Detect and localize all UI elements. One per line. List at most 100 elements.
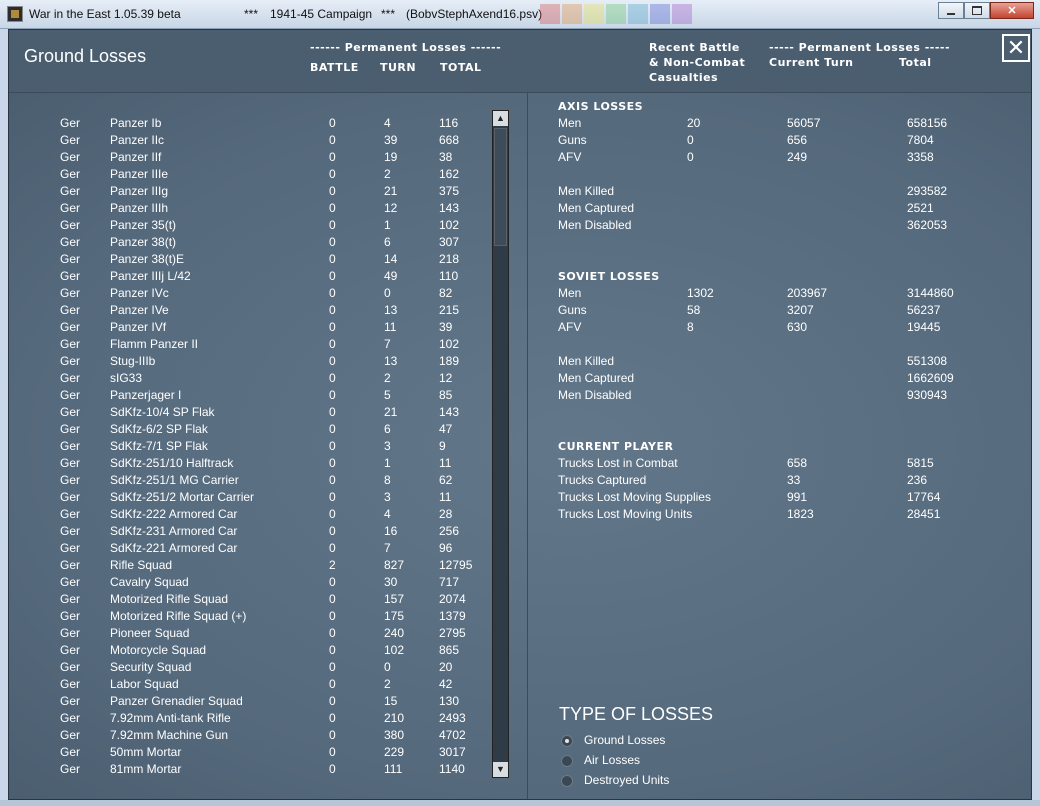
- total-losses-cell: 102: [439, 218, 460, 232]
- battle-losses-cell: 0: [329, 473, 336, 487]
- recent-battle-heading: Recent Battle: [649, 41, 740, 54]
- unit-name-cell: Panzer 38(t): [110, 235, 177, 249]
- nationality-cell: Ger: [60, 490, 81, 504]
- non-combat-heading: & Non-Combat: [649, 56, 746, 69]
- nationality-cell: Ger: [60, 133, 81, 147]
- total-losses-cell: 85: [439, 388, 453, 402]
- unit-name-cell: Panzer IIIj L/42: [110, 269, 191, 283]
- window-titlebar: War in the East 1.05.39 beta *** 1941-45…: [0, 0, 1040, 29]
- battle-losses-cell: 0: [329, 286, 336, 300]
- unit-name-cell: Rifle Squad: [110, 558, 173, 572]
- turn-losses-cell: 3: [384, 439, 391, 453]
- turn-losses-cell: 13: [384, 303, 398, 317]
- turn-losses-cell: 30: [384, 575, 398, 589]
- stat-battle-value: 58: [687, 303, 701, 317]
- turn-losses-cell: 2: [384, 167, 391, 181]
- minimize-button[interactable]: [938, 2, 964, 19]
- stat-battle-value: 20: [687, 116, 701, 130]
- window-close-button[interactable]: [990, 2, 1034, 19]
- unit-name-cell: Labor Squad: [110, 677, 179, 691]
- total-losses-cell: 42: [439, 677, 453, 691]
- app-title: War in the East 1.05.39 beta: [29, 7, 181, 21]
- turn-losses-cell: 8: [384, 473, 391, 487]
- nationality-cell: Ger: [60, 269, 81, 283]
- header-divider: [9, 92, 1031, 93]
- battle-losses-cell: 0: [329, 133, 336, 147]
- stat-label: Men Killed: [558, 354, 615, 368]
- total-losses-cell: 865: [439, 643, 460, 657]
- title-separator: ***: [381, 7, 396, 21]
- stat-total-value: 658156: [907, 116, 948, 130]
- turn-losses-cell: 827: [384, 558, 405, 572]
- total-losses-cell: 82: [439, 286, 453, 300]
- nationality-cell: Ger: [60, 694, 81, 708]
- stat-battle-value: 0: [687, 150, 694, 164]
- turn-losses-cell: 14: [384, 252, 398, 266]
- radio-button-icon[interactable]: [561, 775, 573, 787]
- turn-losses-cell: 6: [384, 422, 391, 436]
- stat-label: Men Disabled: [558, 218, 632, 232]
- stat-total-value: 56237: [907, 303, 941, 317]
- unit-name-cell: Panzer IVc: [110, 286, 169, 300]
- list-scrollbar[interactable]: ▲ ▼: [492, 110, 509, 778]
- turn-losses-cell: 7: [384, 337, 391, 351]
- current-player-title: CURRENT PLAYER: [558, 440, 674, 453]
- nationality-cell: Ger: [60, 354, 81, 368]
- turn-losses-cell: 1: [384, 218, 391, 232]
- battle-losses-cell: 0: [329, 116, 336, 130]
- window-bottom-edge: [0, 800, 1040, 806]
- total-losses-cell: 62: [439, 473, 453, 487]
- unit-name-cell: SdKfz-251/10 Halftrack: [110, 456, 234, 470]
- radio-button-icon[interactable]: [561, 755, 573, 767]
- unit-name-cell: SdKfz-251/1 MG Carrier: [110, 473, 239, 487]
- battle-losses-cell: 0: [329, 371, 336, 385]
- battle-losses-cell: 0: [329, 320, 336, 334]
- stat-turn-value: 991: [787, 490, 808, 504]
- nationality-cell: Ger: [60, 116, 81, 130]
- scroll-up-button[interactable]: ▲: [493, 111, 508, 126]
- total-losses-cell: 3017: [439, 745, 466, 759]
- total-losses-cell: 110: [439, 269, 459, 283]
- color-swatch: [672, 4, 692, 24]
- scroll-down-button[interactable]: ▼: [493, 762, 508, 777]
- turn-losses-cell: 3: [384, 490, 391, 504]
- total-losses-cell: 2493: [439, 711, 466, 725]
- stat-label: Guns: [558, 133, 587, 147]
- stat-battle-value: 8: [687, 320, 694, 334]
- nationality-cell: Ger: [60, 660, 81, 674]
- nationality-cell: Ger: [60, 762, 81, 776]
- scroll-thumb[interactable]: [494, 128, 507, 246]
- turn-losses-cell: 0: [384, 660, 391, 674]
- battle-losses-cell: 0: [329, 456, 336, 470]
- unit-name-cell: SdKfz-251/2 Mortar Carrier: [110, 490, 255, 504]
- total-losses-cell: 143: [439, 201, 460, 215]
- unit-name-cell: SdKfz-7/1 SP Flak: [110, 439, 208, 453]
- column-header-battle: BATTLE: [310, 61, 359, 74]
- battle-losses-cell: 0: [329, 694, 336, 708]
- stat-turn-value: 630: [787, 320, 808, 334]
- turn-losses-cell: 21: [384, 405, 398, 419]
- total-losses-cell: 375: [439, 184, 460, 198]
- stat-label: Trucks Lost in Combat: [558, 456, 678, 470]
- battle-losses-cell: 0: [329, 252, 336, 266]
- nationality-cell: Ger: [60, 728, 81, 742]
- turn-losses-cell: 240: [384, 626, 405, 640]
- unit-name-cell: Panzer IIIh: [110, 201, 169, 215]
- battle-losses-cell: 0: [329, 235, 336, 249]
- turn-losses-cell: 6: [384, 235, 391, 249]
- close-panel-button[interactable]: ✕: [1002, 34, 1030, 62]
- type-of-losses-title: TYPE OF LOSSES: [559, 704, 714, 724]
- stat-label: Men Captured: [558, 371, 635, 385]
- radio-button-icon[interactable]: [561, 735, 573, 747]
- unit-name-cell: 81mm Mortar: [110, 762, 182, 776]
- stat-total-value: 3358: [907, 150, 934, 164]
- nationality-cell: Ger: [60, 575, 81, 589]
- unit-name-cell: Panzer IIIg: [110, 184, 169, 198]
- maximize-button[interactable]: [964, 2, 990, 19]
- nationality-cell: Ger: [60, 286, 81, 300]
- battle-losses-cell: 0: [329, 609, 336, 623]
- turn-losses-cell: 4: [384, 507, 391, 521]
- axis-losses-title: AXIS LOSSES: [558, 100, 644, 113]
- nationality-cell: Ger: [60, 184, 81, 198]
- turn-losses-cell: 1: [384, 456, 391, 470]
